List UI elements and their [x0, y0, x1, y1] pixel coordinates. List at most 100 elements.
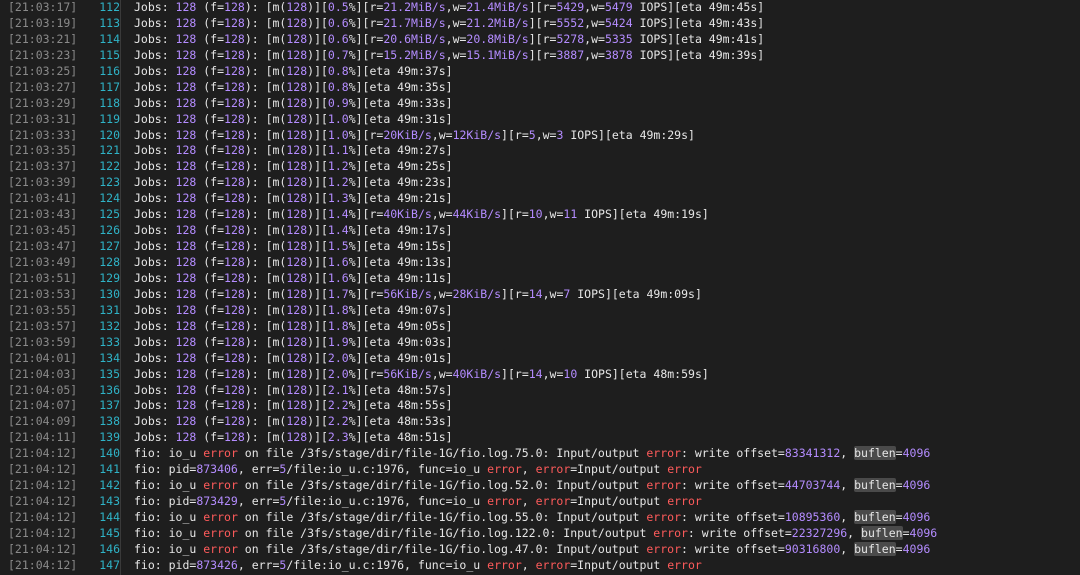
number-token: 1.4	[327, 207, 349, 222]
number-token: 128	[175, 207, 197, 222]
line-number: 121	[99, 143, 120, 158]
text-token: =	[902, 525, 910, 540]
line-number: 143	[99, 494, 120, 509]
log-timestamp: [21:04:12]	[8, 541, 78, 556]
text-token: )][	[307, 175, 328, 190]
number-token: 128	[175, 430, 197, 445]
log-line: [21:03:27] 117 Jobs: 128 (f=128): [m(128)]…	[0, 80, 1080, 96]
log-message: fio: io_u error on file /3fs/stage/dir/f…	[120, 510, 930, 526]
number-token: 128	[175, 318, 197, 333]
text-token: Jobs:	[134, 159, 176, 174]
log-message: Jobs: 128 (f=128): [m(128)][0.8%][eta 49…	[120, 64, 453, 80]
number-token: 1.8	[327, 318, 349, 333]
line-number: 120	[99, 127, 120, 142]
number-token: 128	[286, 159, 308, 174]
number-token: 128	[224, 159, 245, 174]
error-token: error	[203, 525, 238, 540]
text-token: (f=	[196, 239, 225, 254]
error-token: error	[667, 494, 702, 509]
text-token: ): [m(	[244, 302, 287, 317]
number-token: 21.2MiB/s	[466, 15, 529, 30]
text-token: )][	[307, 79, 328, 94]
error-token: error	[646, 510, 681, 524]
number-token: 128	[224, 0, 245, 14]
text-token: Jobs:	[134, 127, 176, 142]
text-token: ,w=	[584, 47, 605, 62]
log-line: [21:04:07] 137 Jobs: 128 (f=128): [m(128)]…	[0, 398, 1080, 414]
log-message: Jobs: 128 (f=128): [m(128)][0.5%][r=21.2…	[120, 0, 764, 16]
text-token: fio: pid=	[134, 557, 197, 572]
line-number: 138	[99, 414, 120, 429]
text-token: ): [m(	[244, 207, 287, 222]
text-token: (f=	[196, 111, 225, 126]
error-token: error	[667, 557, 702, 572]
text-token: )][	[307, 239, 328, 254]
text-token: (f=	[196, 175, 225, 190]
number-token: 14	[528, 286, 543, 301]
text-token: %][eta 49m:13s]	[348, 255, 453, 269]
text-token: Jobs:	[134, 79, 176, 94]
number-token: 128	[224, 191, 245, 206]
number-token: 56KiB/s	[383, 286, 432, 301]
text-token: (f=	[196, 143, 225, 158]
text-token: ,	[521, 557, 536, 572]
number-token: 873429	[196, 494, 238, 509]
text-token: Jobs:	[134, 398, 176, 413]
number-token: 11	[563, 207, 578, 222]
text-token: (f=	[196, 207, 225, 222]
text-token: ): [m(	[244, 270, 287, 285]
log-message: fio: io_u error on file /3fs/stage/dir/f…	[120, 478, 930, 494]
number-token: 5429	[556, 0, 585, 14]
text-token: : write offset=	[681, 541, 785, 556]
log-message: Jobs: 128 (f=128): [m(128)][1.3%][eta 49…	[120, 191, 453, 207]
log-message: Jobs: 128 (f=128): [m(128)][1.8%][eta 49…	[120, 303, 453, 319]
number-token: 3878	[604, 47, 633, 62]
text-token: %][eta 48m:53s]	[348, 414, 453, 429]
log-timestamp: [21:04:12]	[8, 446, 78, 461]
log-timestamp: [21:03:25]	[8, 63, 78, 78]
number-token: 128	[224, 223, 245, 238]
text-token: ): [m(	[244, 0, 287, 14]
line-number: 133	[99, 334, 120, 349]
log-line: [21:03:57] 132 Jobs: 128 (f=128): [m(128)]…	[0, 319, 1080, 335]
log-message: Jobs: 128 (f=128): [m(128)][0.6%][r=20.6…	[120, 32, 764, 48]
text-token: (f=	[196, 382, 225, 397]
text-token: on file /3fs/stage/dir/file-1G/fio.log.7…	[237, 446, 647, 461]
number-token: 1.6	[327, 255, 349, 269]
number-token: 0.8	[327, 79, 349, 94]
text-token: Jobs:	[134, 414, 176, 429]
log-timestamp: [21:04:03]	[8, 366, 78, 381]
text-token: %][eta 49m:05s]	[348, 318, 453, 333]
log-timestamp: [21:04:12]	[8, 557, 78, 572]
gutter-divider	[120, 0, 121, 575]
line-number: 140	[99, 446, 120, 461]
log-message: fio: io_u error on file /3fs/stage/dir/f…	[120, 541, 930, 558]
log-lines: [21:03:17] 112 Jobs: 128 (f=128): [m(128)]…	[0, 0, 1080, 574]
text-token: ,w=	[584, 15, 605, 30]
text-token: %][eta 49m:25s]	[348, 159, 453, 174]
text-token: %][r=	[348, 0, 384, 14]
number-token: 128	[175, 223, 197, 238]
text-token: ): [m(	[244, 111, 287, 126]
log-timestamp: [21:03:39]	[8, 175, 78, 190]
number-token: 128	[224, 207, 245, 222]
line-number: 132	[99, 318, 120, 333]
number-token: 128	[286, 0, 308, 14]
error-token: error	[535, 494, 571, 509]
number-token: 128	[175, 175, 197, 190]
text-token: ): [m(	[244, 398, 287, 413]
number-token: 128	[175, 286, 197, 301]
text-token: ,	[840, 510, 855, 524]
text-token: )][	[307, 414, 328, 429]
text-token: ,w=	[445, 0, 467, 14]
number-token: 128	[224, 95, 245, 110]
text-token: )][	[307, 127, 328, 142]
number-token: 128	[224, 414, 245, 429]
text-token: , err=	[237, 494, 280, 509]
number-token: 128	[286, 207, 308, 222]
text-token: %][eta 49m:07s]	[348, 302, 453, 317]
number-token: 128	[286, 302, 308, 317]
number-token: 128	[175, 270, 197, 285]
log-timestamp: [21:03:57]	[8, 318, 78, 333]
error-token: error	[535, 462, 571, 477]
